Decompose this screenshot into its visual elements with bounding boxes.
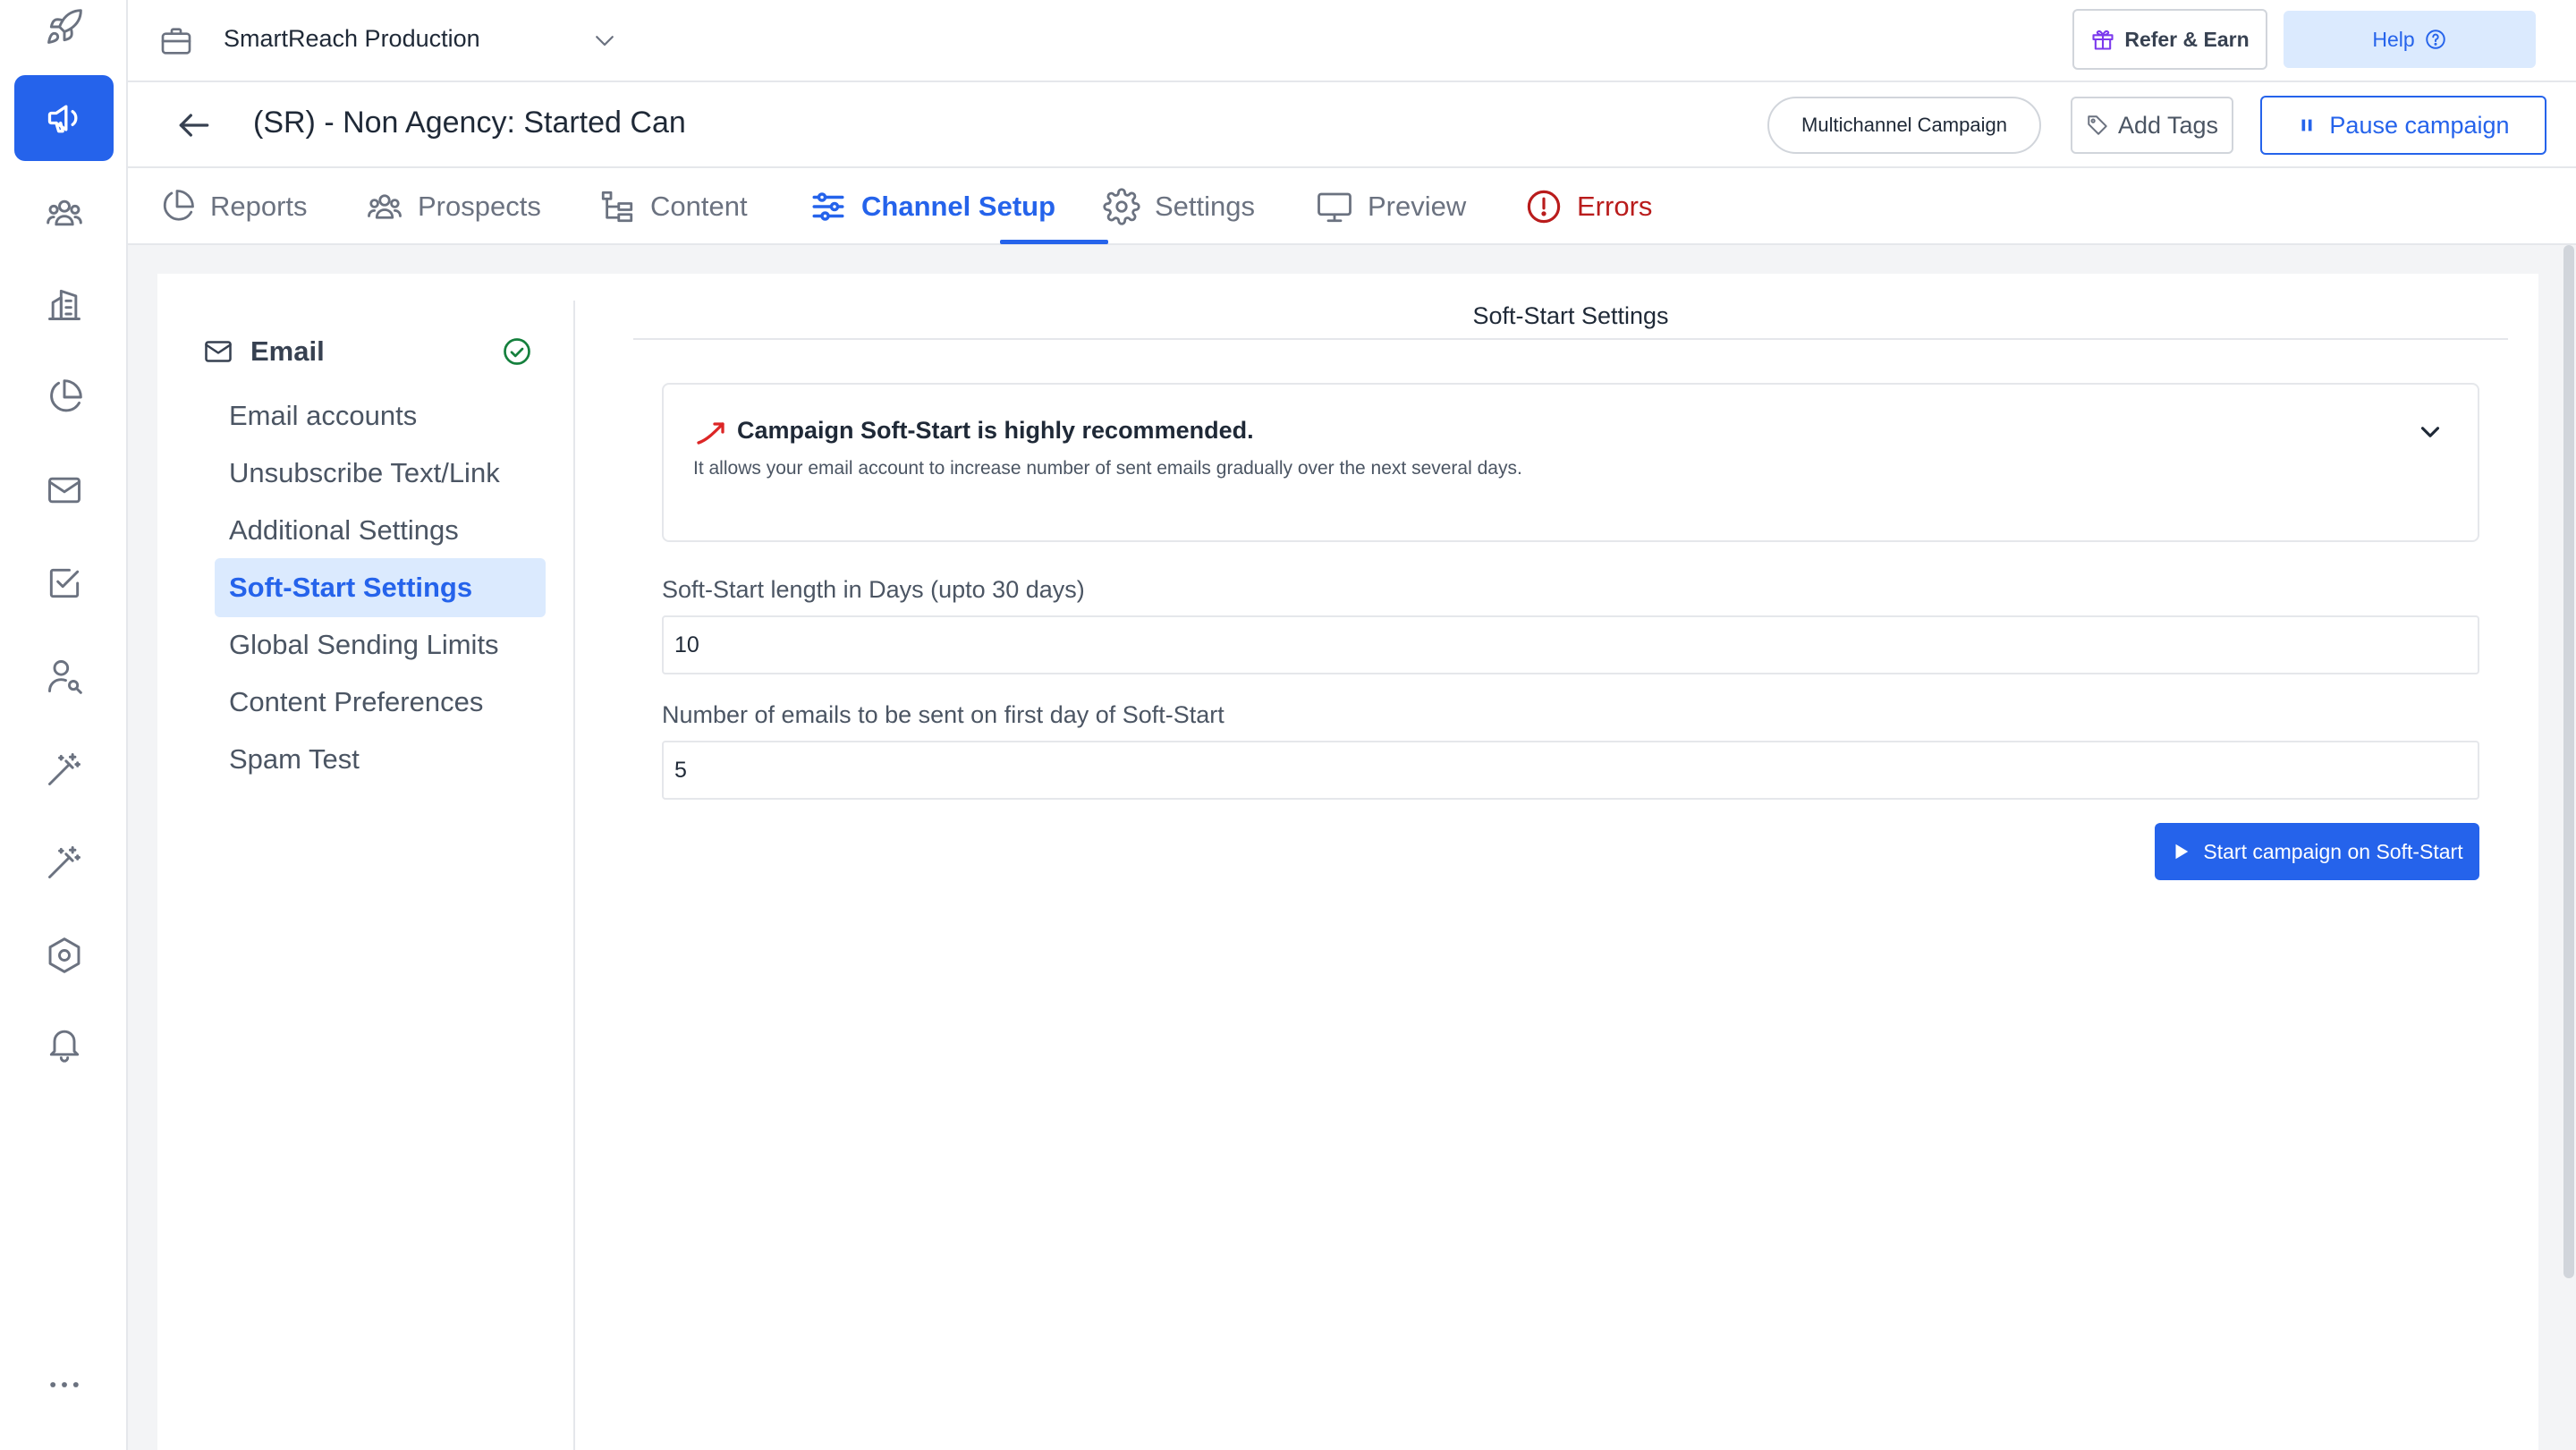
- tab-reports[interactable]: Reports: [158, 168, 308, 245]
- active-tab-indicator: [1000, 240, 1108, 244]
- section-title: Soft-Start Settings: [1472, 302, 1669, 329]
- mail-icon[interactable]: [14, 447, 114, 533]
- tab-prospects[interactable]: Prospects: [366, 168, 541, 245]
- subnav-item-global-sending-limits[interactable]: Global Sending Limits: [215, 615, 546, 674]
- chevron-down-icon[interactable]: [591, 27, 618, 54]
- question-circle-icon: [2425, 30, 2445, 49]
- subnav-item-email-accounts[interactable]: Email accounts: [215, 386, 546, 445]
- subnav-heading-label: Email: [250, 335, 325, 367]
- pie-chart-icon: [163, 190, 194, 221]
- monitor-icon: [1318, 192, 1352, 223]
- tab-label: Errors: [1577, 191, 1653, 222]
- info-title: Campaign Soft-Start is highly recommende…: [737, 417, 1254, 444]
- add-tags-label: Add Tags: [2117, 111, 2219, 139]
- tab-label: Channel Setup: [861, 191, 1056, 222]
- tab-settings[interactable]: Settings: [1103, 168, 1255, 245]
- pause-campaign-button[interactable]: Pause campaign: [2260, 96, 2546, 155]
- bell-icon[interactable]: [14, 1000, 114, 1086]
- info-description: It allows your email account to increase…: [693, 458, 1522, 479]
- more-icon[interactable]: [14, 1342, 114, 1428]
- play-icon: [2175, 844, 2189, 860]
- briefcase-icon: [161, 28, 191, 55]
- tab-channel-setup[interactable]: Channel Setup: [809, 168, 1055, 245]
- campaign-type-badge: Multichannel Campaign: [1767, 97, 2041, 154]
- subnav-item-additional-settings[interactable]: Additional Settings: [215, 501, 546, 560]
- pause-icon: [2301, 119, 2312, 131]
- first-day-emails-label: Number of emails to be sent on first day…: [662, 701, 1224, 728]
- tag-icon: [2088, 115, 2107, 135]
- check-circle-icon: [504, 338, 530, 365]
- help-button[interactable]: Help: [2284, 11, 2536, 68]
- start-soft-start-button[interactable]: Start campaign on Soft-Start: [2155, 823, 2479, 880]
- soft-start-info-card[interactable]: Campaign Soft-Start is highly recommende…: [662, 383, 2479, 542]
- tab-content[interactable]: Content: [598, 168, 748, 245]
- subnav-item-spam-test[interactable]: Spam Test: [215, 730, 546, 789]
- tab-label: Preview: [1368, 191, 1467, 222]
- add-tags-button[interactable]: Add Tags: [2071, 97, 2233, 154]
- subnav-item-content-preferences[interactable]: Content Preferences: [215, 673, 546, 732]
- refer-earn-button[interactable]: Refer & Earn: [2072, 9, 2267, 70]
- alert-circle-icon: [1527, 190, 1561, 224]
- left-rail: [0, 0, 128, 1450]
- hexagon-settings-icon[interactable]: [14, 912, 114, 998]
- megaphone-icon[interactable]: [14, 75, 114, 161]
- soft-start-length-input[interactable]: [662, 615, 2479, 674]
- gear-icon: [1103, 188, 1140, 225]
- chevron-down-icon[interactable]: [2415, 417, 2445, 447]
- building-icon[interactable]: [14, 261, 114, 347]
- users-icon[interactable]: [14, 170, 114, 256]
- people-icon: [368, 194, 402, 219]
- campaign-tabs: Reports Prospects Content Channel Setup …: [128, 168, 2576, 245]
- sliders-icon: [812, 192, 844, 221]
- user-search-icon[interactable]: [14, 633, 114, 719]
- top-bar: SmartReach Production Refer & Earn Help: [128, 0, 2576, 82]
- subnav-item-soft-start[interactable]: Soft-Start Settings: [215, 558, 546, 617]
- page-scrollbar[interactable]: [2563, 245, 2574, 1278]
- tab-label: Content: [650, 191, 748, 222]
- checkbox-icon[interactable]: [14, 540, 114, 626]
- campaign-header: (SR) - Non Agency: Started Can Multichan…: [128, 82, 2576, 168]
- tab-label: Settings: [1155, 191, 1256, 222]
- campaign-title[interactable]: (SR) - Non Agency: Started Can: [253, 106, 787, 140]
- tab-label: Reports: [210, 191, 308, 222]
- mail-icon: [205, 341, 232, 362]
- help-label: Help: [2372, 27, 2415, 51]
- trending-up-icon: [697, 422, 724, 445]
- tab-errors[interactable]: Errors: [1525, 168, 1652, 245]
- first-day-emails-input[interactable]: [662, 741, 2479, 800]
- tab-label: Prospects: [418, 191, 541, 222]
- soft-start-length-label: Soft-Start length in Days (upto 30 days): [662, 576, 1085, 603]
- refer-earn-label: Refer & Earn: [2124, 27, 2250, 51]
- tree-icon: [601, 191, 633, 223]
- rocket-icon[interactable]: [14, 0, 114, 70]
- magic-wand-icon[interactable]: [14, 726, 114, 812]
- pie-chart-icon[interactable]: [14, 354, 114, 440]
- subnav-item-unsubscribe[interactable]: Unsubscribe Text/Link: [215, 444, 546, 503]
- subnav-divider: [573, 301, 575, 1450]
- subnav-email-heading[interactable]: Email: [202, 331, 533, 372]
- gift-icon: [2092, 30, 2114, 50]
- workspace-name[interactable]: SmartReach Production: [224, 25, 480, 53]
- pause-campaign-label: Pause campaign: [2329, 111, 2510, 139]
- back-arrow-icon[interactable]: [174, 106, 214, 145]
- tab-preview[interactable]: Preview: [1316, 168, 1466, 245]
- start-soft-start-label: Start campaign on Soft-Start: [2203, 839, 2463, 863]
- section-divider: [633, 338, 2508, 340]
- magic-wand-icon[interactable]: [14, 819, 114, 905]
